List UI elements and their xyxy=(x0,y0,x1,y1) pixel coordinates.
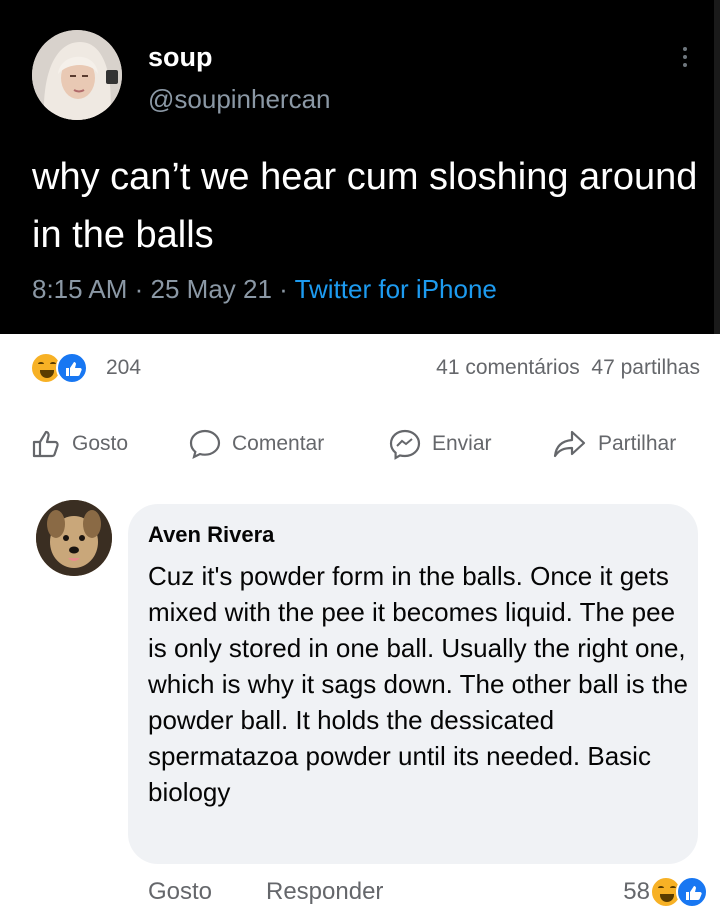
send-label: Enviar xyxy=(432,432,492,455)
like-button[interactable]: Gosto xyxy=(30,424,128,464)
comment-label: Comentar xyxy=(232,432,325,455)
reaction-count[interactable]: 204 xyxy=(106,356,141,380)
like-reaction-icon xyxy=(56,352,88,384)
tweet-avatar[interactable] xyxy=(32,30,122,120)
post-action-bar: Gosto Comentar Enviar Partilhar xyxy=(0,424,720,464)
comment-like-button[interactable]: Gosto xyxy=(148,878,212,906)
reaction-icons xyxy=(30,352,100,386)
comment-author[interactable]: Aven Rivera xyxy=(148,522,274,548)
comment-text: Cuz it's powder form in the balls. Once … xyxy=(148,561,689,807)
tweet-card: soup @soupinhercan why can’t we hear cum… xyxy=(0,0,720,334)
comment-footer: Gosto Responder 58 xyxy=(148,876,708,912)
tweet-date[interactable]: 25 May 21 xyxy=(151,274,272,304)
comments-count[interactable]: 41 comentários xyxy=(436,356,580,379)
messenger-icon xyxy=(389,429,421,460)
tweet-display-name[interactable]: soup xyxy=(148,42,213,73)
share-button[interactable]: Partilhar xyxy=(552,424,676,464)
tweet-source[interactable]: Twitter for iPhone xyxy=(295,274,497,304)
comment-button[interactable]: Comentar xyxy=(188,424,324,464)
comment-bubble: Aven Rivera Cuz it's powder form in the … xyxy=(128,504,698,864)
tweet-handle[interactable]: @soupinhercan xyxy=(148,84,331,115)
tweet-time: 8:15 AM xyxy=(32,274,128,304)
tweet-text: why can’t we hear cum sloshing around in… xyxy=(32,156,698,256)
tweet-meta: 8:15 AM · 25 May 21 · Twitter for iPhone xyxy=(32,274,497,305)
comment-reply-button[interactable]: Responder xyxy=(266,878,383,906)
share-arrow-icon xyxy=(553,430,586,458)
send-button[interactable]: Enviar xyxy=(388,424,492,464)
like-reaction-icon xyxy=(676,876,708,908)
divider xyxy=(714,0,720,334)
share-label: Partilhar xyxy=(598,432,677,455)
like-label: Gosto xyxy=(72,432,129,455)
more-options-icon[interactable] xyxy=(678,44,692,74)
meta-separator: · xyxy=(271,274,295,304)
meta-separator: · xyxy=(127,274,151,304)
thumbs-up-icon xyxy=(32,430,59,458)
comment-reaction-count[interactable]: 58 xyxy=(623,878,650,906)
commenter-avatar[interactable] xyxy=(36,500,112,576)
post-stats: 41 comentários 47 partilhas xyxy=(436,356,700,380)
comment-bubble-icon xyxy=(189,429,221,460)
reactions-summary[interactable]: 204 41 comentários 47 partilhas xyxy=(30,352,700,386)
shares-count[interactable]: 47 partilhas xyxy=(591,356,700,379)
